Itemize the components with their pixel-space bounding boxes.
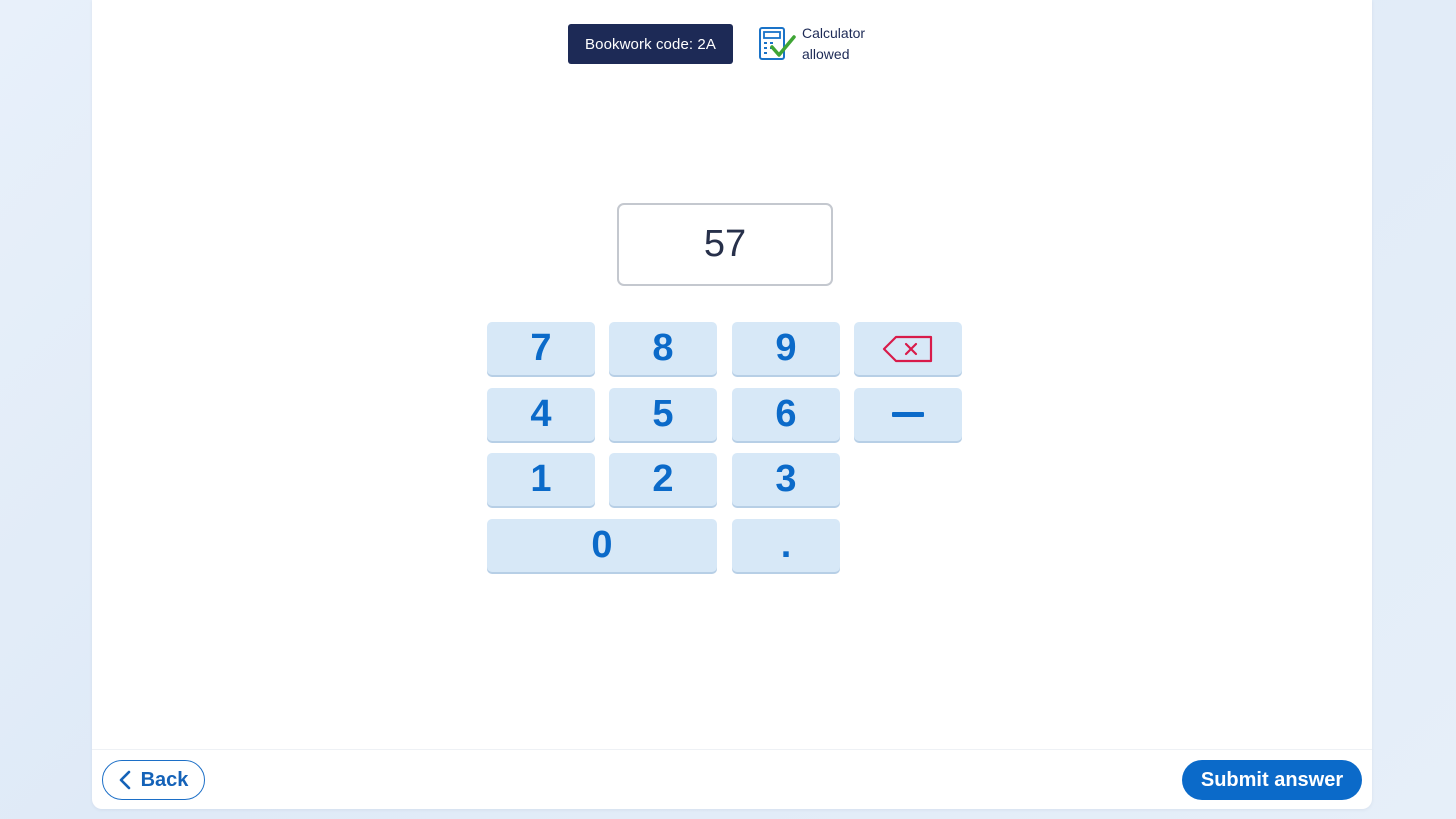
back-button[interactable]: Back: [102, 760, 205, 800]
back-label: Back: [140, 768, 189, 791]
calculator-check-icon: [759, 27, 796, 60]
submit-answer-button[interactable]: Submit answer: [1182, 760, 1362, 800]
answer-input[interactable]: 57: [617, 203, 833, 286]
key-9[interactable]: 9: [732, 322, 840, 375]
calculator-status: allowed: [802, 46, 850, 62]
backspace-icon: [882, 335, 933, 362]
key-7[interactable]: 7: [487, 322, 595, 375]
footer-bar: Back Submit answer: [92, 749, 1372, 809]
minus-icon: [892, 411, 924, 417]
calculator-label: Calculator: [802, 25, 866, 41]
key-6[interactable]: 6: [732, 388, 840, 441]
key-5[interactable]: 5: [609, 388, 717, 441]
key-3[interactable]: 3: [732, 453, 840, 506]
backspace-button[interactable]: [854, 322, 962, 375]
header-bar: Bookwork code: 2A Calculator allowed: [92, 24, 1372, 64]
key-decimal[interactable]: .: [732, 519, 840, 572]
key-1[interactable]: 1: [487, 453, 595, 506]
minus-button[interactable]: [854, 388, 962, 441]
key-0[interactable]: 0: [487, 519, 717, 572]
key-8[interactable]: 8: [609, 322, 717, 375]
key-2[interactable]: 2: [609, 453, 717, 506]
key-4[interactable]: 4: [487, 388, 595, 441]
main-panel: Bookwork code: 2A Calculator allowed 57 …: [92, 0, 1372, 809]
bookwork-code-badge: Bookwork code: 2A: [568, 24, 733, 64]
chevron-left-icon: [119, 770, 130, 790]
calculator-allowed-indicator: Calculator allowed: [758, 24, 882, 64]
